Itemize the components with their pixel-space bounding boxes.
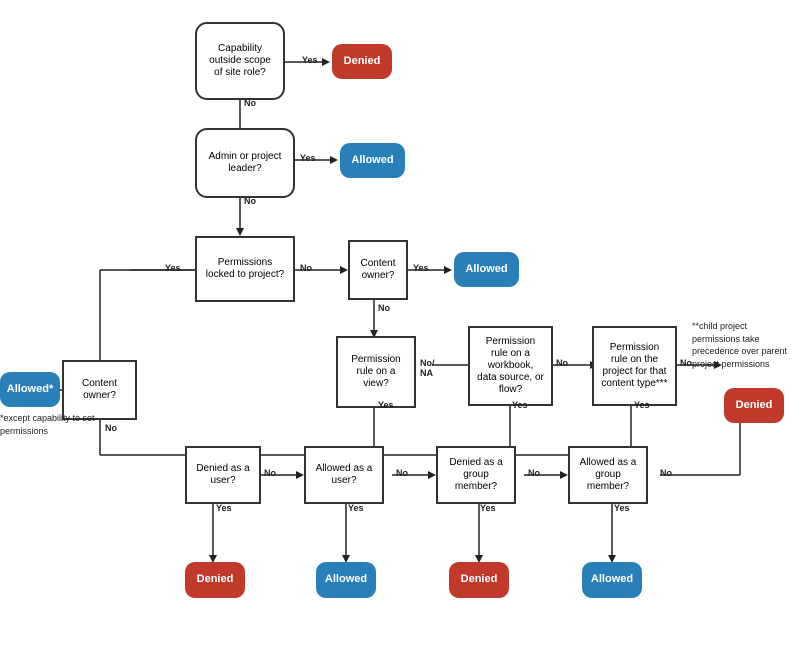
denied-b3: Denied bbox=[449, 562, 509, 598]
no-label-allowed-user: No bbox=[396, 468, 408, 478]
denied-user-node: Denied as a user? bbox=[185, 446, 261, 504]
yes-label-co-mid: Yes bbox=[413, 263, 429, 273]
star-note: *except capability to set permissions bbox=[0, 412, 100, 437]
perm-locked-node: Permissions locked to project? bbox=[195, 236, 295, 302]
perm-workbook-node: Permission rule on a workbook, data sour… bbox=[468, 326, 553, 406]
allowed-b4: Allowed bbox=[582, 562, 642, 598]
yes-label-2: Yes bbox=[300, 153, 316, 163]
no-label-co-mid: No bbox=[378, 303, 390, 313]
child-note: **child project permissions take precede… bbox=[692, 320, 792, 370]
denied-b1: Denied bbox=[185, 562, 245, 598]
flowchart-diagram: Capability outside scope of site role? Y… bbox=[0, 0, 802, 646]
capability-node: Capability outside scope of site role? bbox=[195, 22, 285, 100]
allowed-group-node: Allowed as a group member? bbox=[568, 446, 648, 504]
yes-label-perm-workbook: Yes bbox=[512, 400, 528, 410]
no-label-denied-group: No bbox=[528, 468, 540, 478]
admin-node: Admin or project leader? bbox=[195, 128, 295, 198]
no-label-2: No bbox=[244, 196, 256, 206]
yes-label-allowed-group: Yes bbox=[614, 503, 630, 513]
yes-label-perm-project: Yes bbox=[634, 400, 650, 410]
yes-label-perm: Yes bbox=[165, 263, 181, 273]
content-owner-left: Content owner? bbox=[62, 360, 137, 420]
no-label-1: No bbox=[244, 98, 256, 108]
no-label-perm-workbook: No bbox=[556, 358, 568, 368]
perm-view-node: Permission rule on a view? bbox=[336, 336, 416, 408]
denied-right: Denied bbox=[724, 388, 784, 423]
no-label-allowed-group: No bbox=[660, 468, 672, 478]
no-label-denied-user: No bbox=[264, 468, 276, 478]
perm-project-node: Permission rule on the project for that … bbox=[592, 326, 677, 406]
allowed-star: Allowed* bbox=[0, 372, 60, 407]
denied-top: Denied bbox=[332, 44, 392, 79]
yes-label-allowed-user: Yes bbox=[348, 503, 364, 513]
allowed-1: Allowed bbox=[340, 143, 405, 178]
allowed-2: Allowed bbox=[454, 252, 519, 287]
yes-label-denied-user: Yes bbox=[216, 503, 232, 513]
no-label-co-left: No bbox=[105, 423, 117, 433]
denied-group-node: Denied as a group member? bbox=[436, 446, 516, 504]
allowed-user-node: Allowed as a user? bbox=[304, 446, 384, 504]
no-label-perm-project: No bbox=[680, 358, 692, 368]
allowed-b2: Allowed bbox=[316, 562, 376, 598]
no-label-perm: No bbox=[300, 263, 312, 273]
content-owner-mid: Content owner? bbox=[348, 240, 408, 300]
yes-label-denied-group: Yes bbox=[480, 503, 496, 513]
yes-label-1: Yes bbox=[302, 55, 318, 65]
connector-lines bbox=[0, 0, 802, 646]
no-na-label-perm-view: No/NA bbox=[420, 358, 435, 378]
yes-label-perm-view: Yes bbox=[378, 400, 394, 410]
